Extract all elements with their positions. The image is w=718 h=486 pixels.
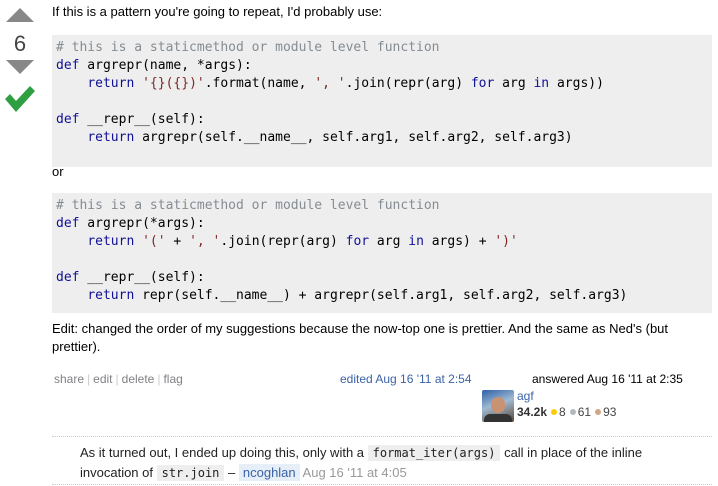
code-comment: # this is a staticmethod or module level…: [56, 40, 440, 55]
comments-bottom-divider: [52, 484, 712, 485]
code-keyword: def: [56, 270, 80, 285]
code-block-2: # this is a staticmethod or module level…: [52, 193, 712, 313]
code-text: argrepr(*args):: [79, 216, 205, 231]
comment-date[interactable]: Aug 16 '11 at 4:05: [300, 465, 407, 480]
code-comment: # this is a staticmethod or module level…: [56, 198, 440, 213]
downvote-arrow-icon[interactable]: [6, 60, 34, 74]
delete-link[interactable]: delete: [122, 372, 155, 386]
code-text: argrepr(name, *args):: [79, 58, 252, 73]
menu-separator: |: [115, 372, 119, 386]
code-text: arg: [369, 234, 409, 249]
comment-item: As it turned out, I ended up doing this,…: [80, 443, 700, 483]
user-reputation: 34.2k 8 61 93: [517, 405, 616, 419]
code-text: repr(self.__name__) + argrepr(self.arg1,…: [134, 288, 628, 303]
user-avatar[interactable]: [482, 390, 514, 422]
flag-link[interactable]: flag: [163, 372, 182, 386]
code-string: ')': [494, 234, 518, 249]
code-keyword: return: [87, 288, 135, 303]
code-keyword: def: [56, 216, 80, 231]
or-separator-text: or: [52, 164, 64, 179]
answered-timestamp: answered Aug 16 '11 at 2:35: [532, 372, 683, 386]
edited-timestamp-link[interactable]: edited Aug 16 '11 at 2:54: [340, 370, 472, 388]
gold-badge-icon: [551, 409, 558, 416]
code-text: __repr__(self):: [79, 270, 205, 285]
code-string: '(': [142, 234, 166, 249]
code-keyword: return: [87, 130, 135, 145]
edit-note: Edit: changed the order of my suggestion…: [52, 321, 669, 354]
comment-text: As it turned out, I ended up doing this,…: [80, 445, 368, 460]
upvote-arrow-icon[interactable]: [6, 8, 34, 22]
vote-count: 6: [13, 31, 27, 56]
code-text: +: [165, 234, 190, 249]
avatar-face: [491, 397, 505, 413]
user-name-link[interactable]: agf: [517, 389, 534, 403]
code-text: args) +: [423, 234, 495, 249]
bronze-badge-count: 93: [603, 405, 617, 419]
code-keyword: return: [87, 234, 135, 249]
code-keyword: in: [533, 76, 550, 91]
comments-top-divider: [52, 436, 712, 437]
comment-user-link[interactable]: ncoghlan: [238, 464, 300, 481]
comment-dash: –: [224, 465, 239, 480]
code-keyword: for: [345, 234, 370, 249]
silver-badge-count: 61: [577, 405, 592, 419]
code-keyword: return: [87, 76, 135, 91]
comment-code: format_iter(args): [367, 445, 501, 461]
code-text: __repr__(self):: [79, 112, 205, 127]
code-string: '{}({})': [142, 76, 205, 91]
code-string: ', ': [314, 76, 346, 91]
edit-link[interactable]: edit: [93, 372, 112, 386]
avatar-shirt: [484, 414, 512, 422]
silver-badge-icon: [569, 409, 576, 416]
code-text: arg: [494, 76, 534, 91]
code-block-1: # this is a staticmethod or module level…: [52, 35, 712, 167]
code-keyword: def: [56, 58, 80, 73]
code-keyword: for: [470, 76, 495, 91]
code-text: .join(repr(arg): [220, 234, 346, 249]
code-text: .join(repr(arg): [345, 76, 471, 91]
share-link[interactable]: share: [54, 372, 84, 386]
code-string: ', ': [189, 234, 221, 249]
answer-intro: If this is a pattern you're going to rep…: [52, 4, 383, 19]
accepted-checkmark-icon: [5, 86, 35, 112]
code-text: argrepr(self.__name__, self.arg1, self.a…: [134, 130, 573, 145]
bronze-badge-icon: [595, 409, 602, 416]
comment-code: str.join: [156, 465, 225, 481]
code-keyword: def: [56, 112, 80, 127]
code-text: args)): [549, 76, 604, 91]
reputation-score: 34.2k: [517, 405, 548, 419]
gold-badge-count: 8: [559, 405, 566, 419]
menu-separator: |: [87, 372, 91, 386]
post-menu: share | edit | delete | flag: [54, 370, 183, 388]
code-text: .format(name,: [204, 76, 315, 91]
code-keyword: in: [408, 234, 424, 249]
